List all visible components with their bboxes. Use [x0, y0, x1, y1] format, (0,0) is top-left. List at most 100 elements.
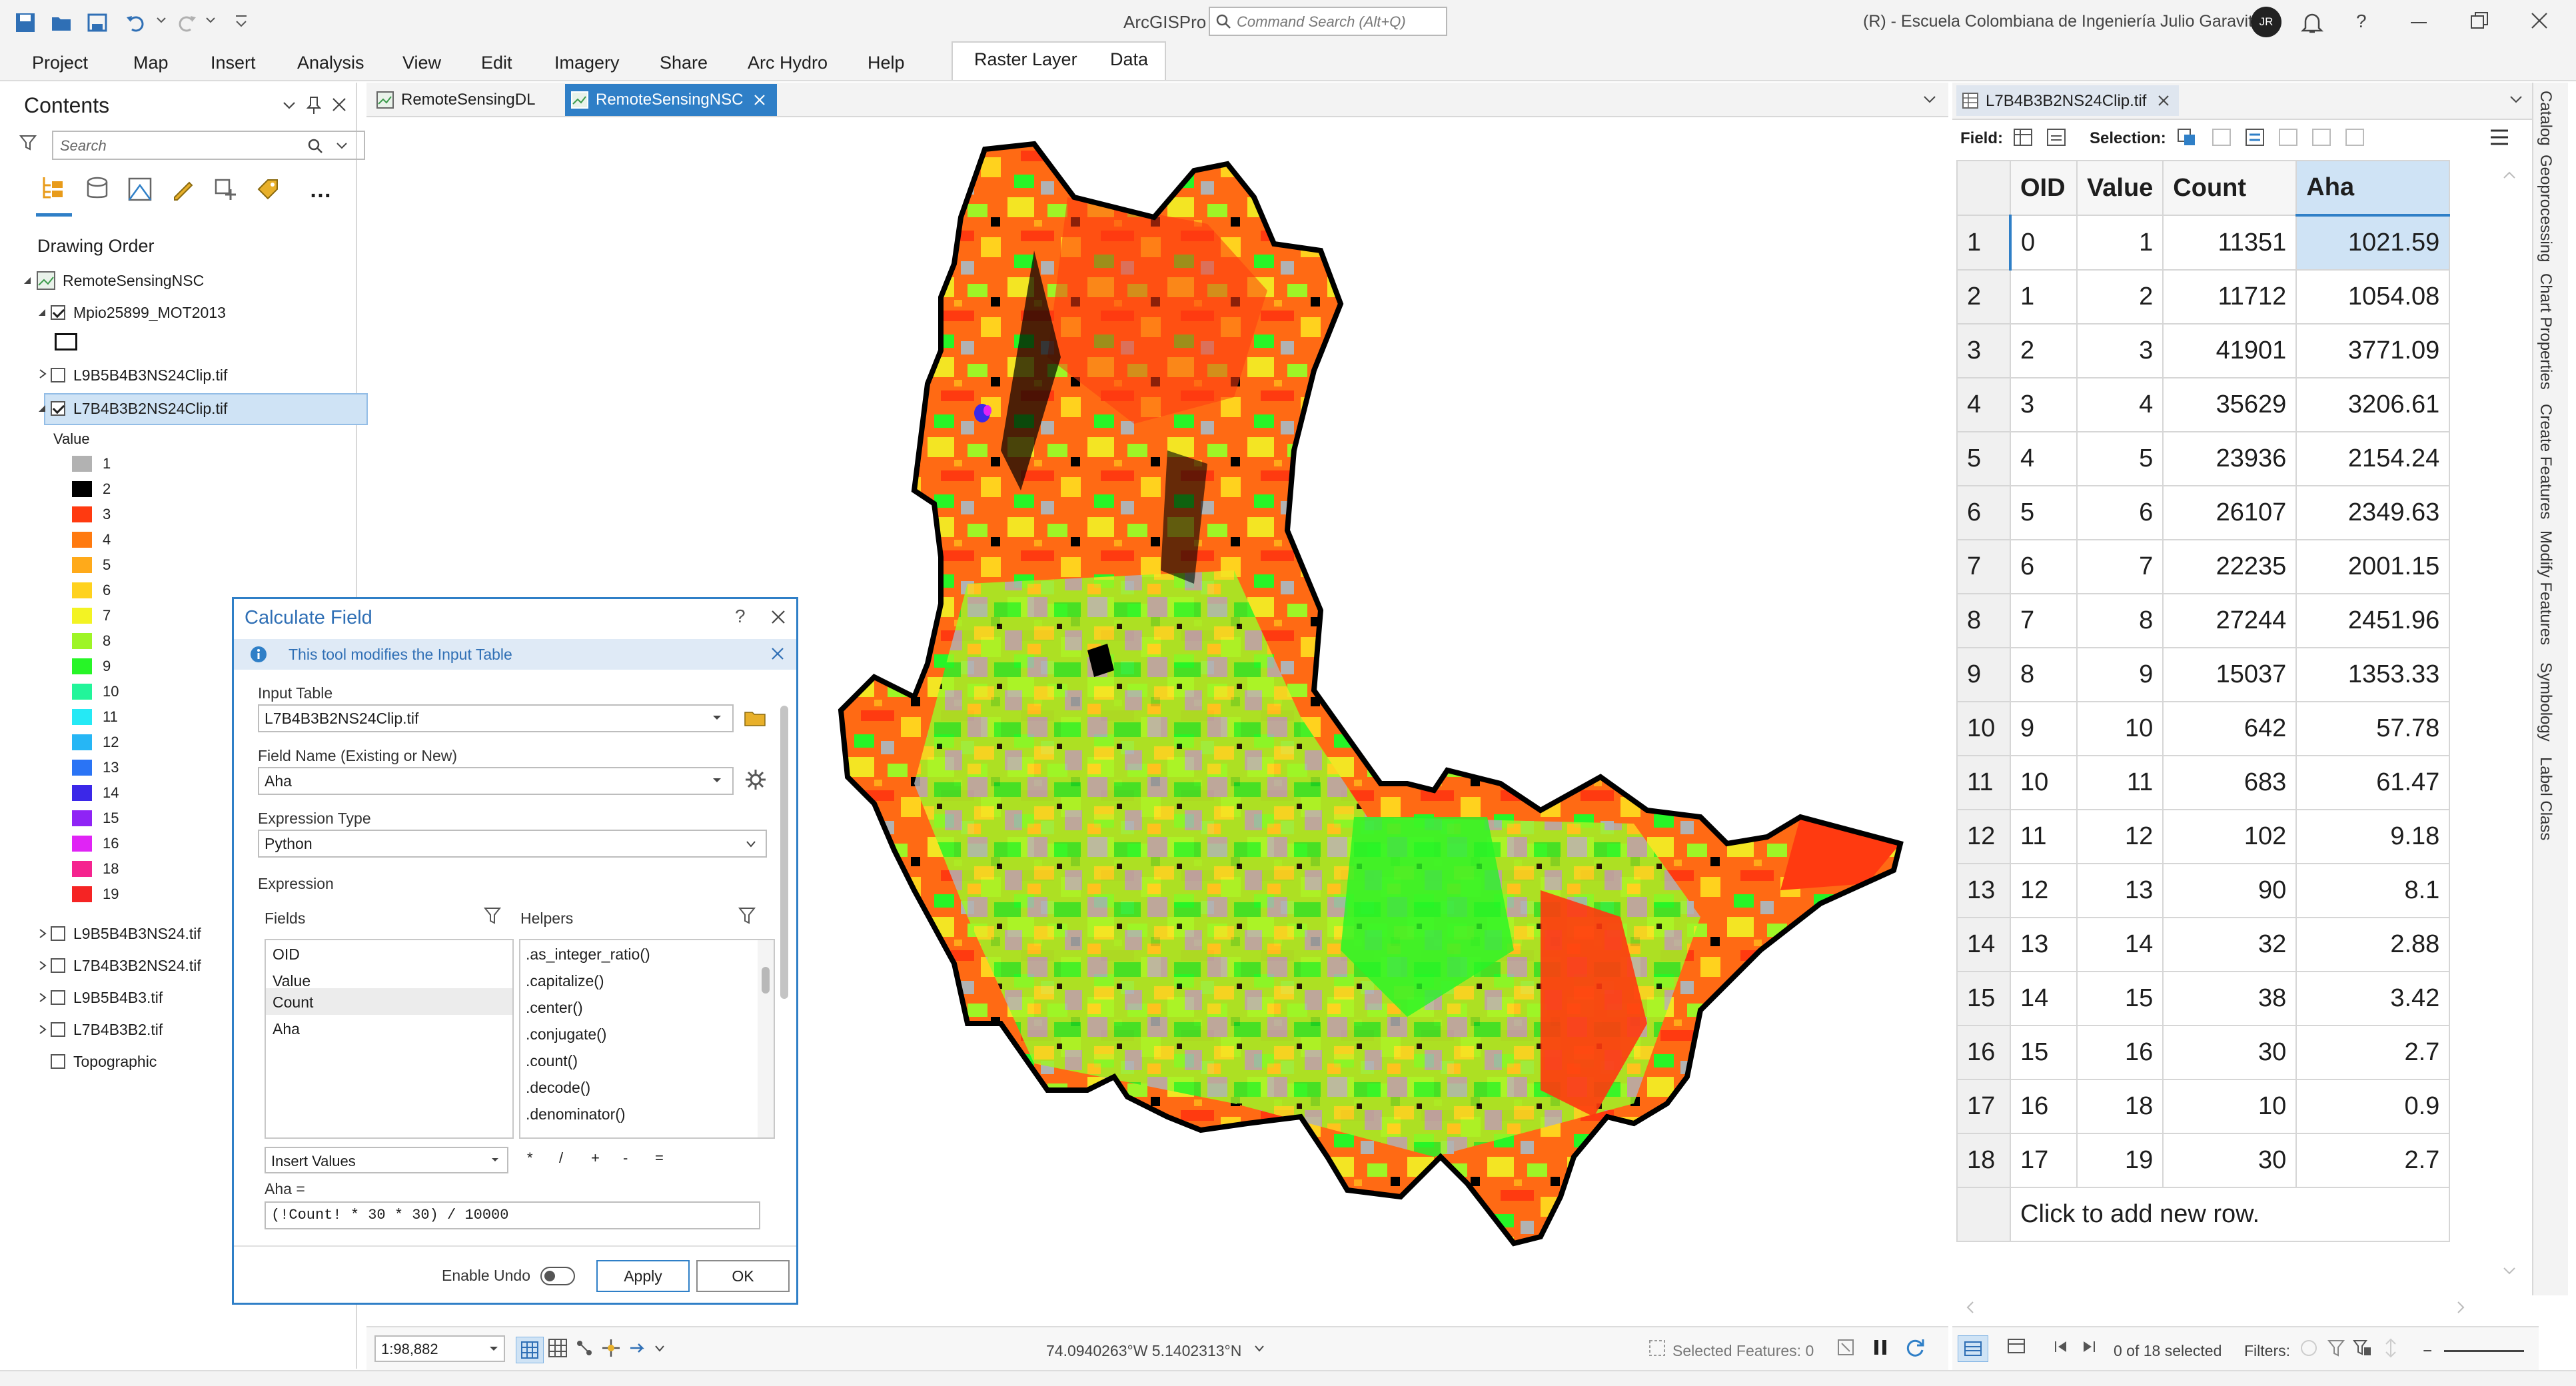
legend-swatch[interactable]	[72, 506, 92, 522]
table-cell[interactable]: 6	[2076, 485, 2164, 540]
table-cell[interactable]: 16	[2010, 1079, 2078, 1134]
table-cell[interactable]: 2	[2010, 323, 2078, 378]
table-cell[interactable]: 11712	[2162, 269, 2297, 325]
legend-swatch[interactable]	[72, 582, 92, 598]
table-cell[interactable]: 15	[2076, 971, 2164, 1026]
list-by-snapping-icon[interactable]	[212, 176, 239, 203]
table-cell[interactable]: 23936	[2162, 431, 2297, 486]
legend-swatch[interactable]	[72, 836, 92, 852]
menu-share[interactable]: Share	[660, 45, 708, 80]
dock-tab-label-class[interactable]: Label Class	[2536, 757, 2555, 840]
menu-arc-hydro[interactable]: Arc Hydro	[748, 45, 828, 80]
table-row[interactable]: 13 12 13 90 8.1	[1956, 863, 2451, 918]
scroll-down-icon[interactable]	[2503, 1266, 2516, 1275]
operator-divide-button[interactable]: /	[559, 1149, 563, 1167]
table-cell[interactable]: 2001.15	[2295, 539, 2451, 594]
table-cell[interactable]: 6	[2010, 539, 2078, 594]
table-cell[interactable]: 10	[2010, 755, 2078, 810]
table-tab[interactable]: L7B4B3B2NS24Clip.tif	[1956, 85, 2179, 116]
dock-tab-create-features[interactable]: Create Features	[2536, 404, 2555, 519]
table-cell[interactable]: 2	[2076, 269, 2164, 325]
grid-toggle-icon[interactable]	[516, 1337, 544, 1363]
table-cell[interactable]: 11	[2010, 809, 2078, 864]
clear-selection-icon[interactable]	[1836, 1338, 1855, 1357]
grid-icon[interactable]	[548, 1338, 568, 1358]
table-cell[interactable]: 0.9	[2295, 1079, 2451, 1134]
table-cell[interactable]: 642	[2162, 701, 2297, 756]
chevron-down-icon[interactable]	[283, 100, 296, 111]
table-row[interactable]: 9 8 9 15037 1353.33	[1956, 647, 2451, 702]
legend-swatch[interactable]	[72, 557, 92, 573]
table-cell[interactable]: 5	[2010, 485, 2078, 540]
dialog-scrollbar[interactable]	[778, 679, 791, 1172]
filter-icon[interactable]	[738, 906, 756, 926]
layer-name[interactable]: Topographic	[73, 1053, 157, 1071]
layer-visibility-checkbox[interactable]	[51, 305, 65, 320]
table-cell[interactable]: 22235	[2162, 539, 2297, 594]
minimize-icon[interactable]	[2409, 16, 2428, 29]
layer-l7-clip[interactable]: L7B4B3B2NS24Clip.tif	[73, 400, 227, 418]
table-cell[interactable]: 19	[2076, 1133, 2164, 1188]
scale-selector[interactable]: 1:98,882	[374, 1335, 505, 1362]
filter-icon[interactable]	[19, 133, 37, 152]
layer-name[interactable]: L9B5B4B3NS24.tif	[73, 925, 201, 943]
filter-icon[interactable]	[483, 906, 502, 926]
save-icon[interactable]	[13, 11, 37, 35]
close-pane-icon[interactable]	[332, 97, 346, 112]
table-vertical-scrollbar[interactable]	[2503, 160, 2517, 1293]
table-cell[interactable]: 3771.09	[2295, 323, 2451, 378]
table-row[interactable]: 3 2 3 41901 3771.09	[1956, 323, 2451, 378]
search-icon[interactable]	[307, 137, 324, 155]
layer-outline-symbol[interactable]	[55, 333, 77, 350]
table-cell[interactable]: 15037	[2162, 647, 2297, 702]
legend-swatch[interactable]	[72, 734, 92, 750]
save-project-icon[interactable]	[85, 11, 109, 35]
table-row[interactable]: 10 9 10 642 57.78	[1956, 701, 2451, 756]
table-cell[interactable]: 2349.63	[2295, 485, 2451, 540]
layer-visibility-checkbox[interactable]	[51, 958, 65, 973]
menu-analysis[interactable]: Analysis	[297, 45, 364, 80]
command-search-box[interactable]: Command Search (Alt+Q)	[1209, 7, 1447, 36]
table-cell[interactable]: 12	[2076, 809, 2164, 864]
table-cell[interactable]: 5	[2076, 431, 2164, 486]
legend-swatch[interactable]	[72, 481, 92, 497]
menu-imagery[interactable]: Imagery	[554, 45, 620, 80]
table-cell[interactable]: 1	[2076, 215, 2164, 271]
pause-drawing-icon[interactable]	[1871, 1338, 1890, 1357]
table-cell[interactable]: 7	[2010, 593, 2078, 648]
helper-item[interactable]: .conjugate()	[526, 1026, 606, 1043]
legend-swatch[interactable]	[72, 785, 92, 801]
table-cell[interactable]: 11351	[2162, 215, 2297, 271]
enable-undo-toggle[interactable]	[540, 1267, 575, 1285]
expand-arrow-icon[interactable]	[39, 1025, 47, 1034]
refresh-icon[interactable]	[1904, 1337, 1926, 1358]
tab-raster-layer[interactable]: Raster Layer	[974, 49, 1077, 70]
table-row[interactable]: 16 15 16 30 2.7	[1956, 1025, 2451, 1080]
table-cell[interactable]: 15	[2010, 1025, 2078, 1080]
table-cell[interactable]: 7	[2076, 539, 2164, 594]
last-record-icon[interactable]	[2082, 1339, 2096, 1354]
helpers-list[interactable]: .as_integer_ratio() .capitalize() .cente…	[519, 939, 775, 1139]
table-cell[interactable]: 57.78	[2295, 701, 2451, 756]
menu-help[interactable]: Help	[868, 45, 905, 80]
column-header-oid[interactable]: OID	[2010, 160, 2078, 216]
dock-tab-catalog[interactable]: Catalog	[2536, 91, 2555, 146]
legend-swatch[interactable]	[72, 633, 92, 649]
table-cell[interactable]: 2.7	[2295, 1133, 2451, 1188]
navigation-icon[interactable]	[628, 1338, 648, 1358]
table-row[interactable]: 8 7 8 27244 2451.96	[1956, 593, 2451, 648]
fields-list[interactable]: OID Value Count Aha	[265, 939, 514, 1139]
snapping-icon[interactable]	[601, 1338, 621, 1358]
table-cell[interactable]: 9	[2076, 647, 2164, 702]
open-project-icon[interactable]	[49, 11, 73, 35]
layer-l9-clip[interactable]: L9B5B4B3NS24Clip.tif	[73, 366, 227, 384]
helper-item[interactable]: .count()	[526, 1052, 578, 1070]
menu-edit[interactable]: Edit	[481, 45, 512, 80]
select-by-attributes-icon[interactable]	[2176, 127, 2198, 148]
customize-qat-icon[interactable]	[233, 12, 249, 32]
table-cell[interactable]: 8	[2076, 593, 2164, 648]
more-options-icon[interactable]: …	[309, 177, 332, 203]
dock-tab-symbology[interactable]: Symbology	[2536, 662, 2555, 742]
legend-swatch[interactable]	[72, 658, 92, 674]
filter-by-extent-icon[interactable]	[2299, 1338, 2319, 1358]
